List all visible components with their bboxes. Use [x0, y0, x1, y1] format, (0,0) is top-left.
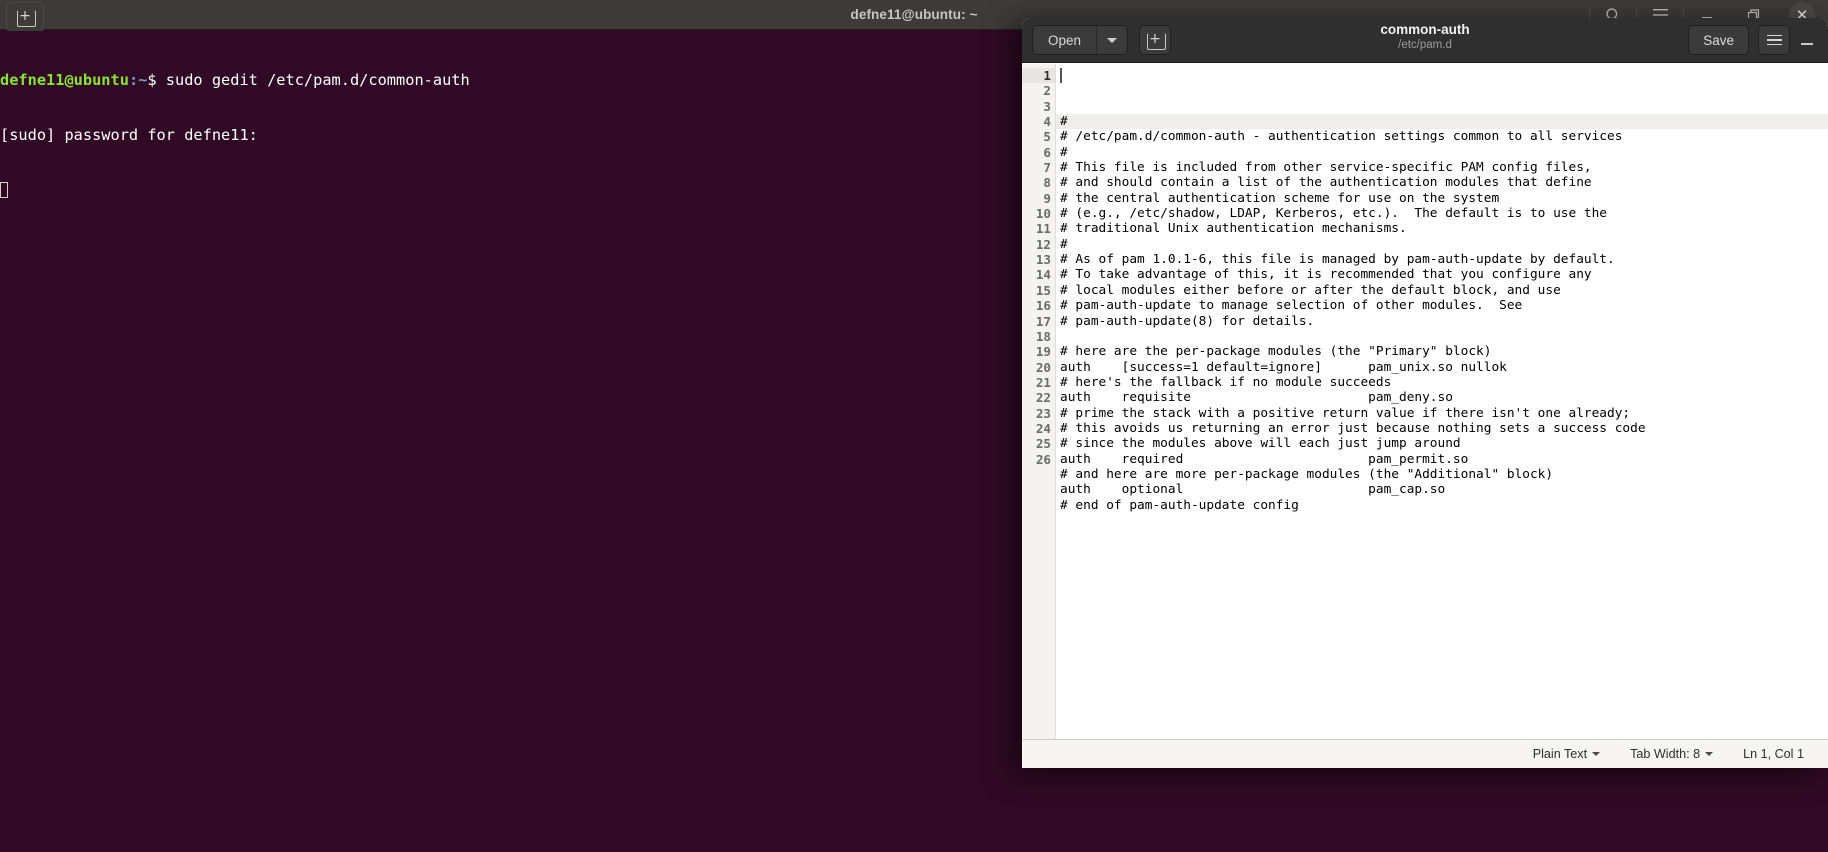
code-line: auth [success=1 default=ignore] pam_unix… — [1060, 359, 1507, 375]
code-line: auth optional pam_cap.so — [1060, 482, 1446, 498]
line-number: 10 — [1035, 206, 1051, 222]
line-number: 15 — [1035, 282, 1051, 298]
line-number: 16 — [1035, 298, 1051, 314]
hamburger-menu-icon — [1766, 39, 1782, 41]
line-number: 1 — [1022, 68, 1055, 84]
line-number: 4 — [1043, 114, 1051, 130]
open-button[interactable]: Open — [1033, 26, 1098, 54]
gedit-window: Open common-auth /etc/pam.d Save 123456 — [1022, 18, 1828, 768]
code-line: # This file is included from other servi… — [1060, 160, 1592, 176]
code-line: auth required pam_permit.so — [1060, 451, 1469, 467]
gedit-editor[interactable]: 1 2 3 4 5 6 7 8 9 10 11 12 13 14 15 16 17 18 19 20 21 22 23 24 2… — [1022, 64, 1828, 739]
line-number: 24 — [1035, 420, 1051, 436]
code-line: # prime the stack with a positive return… — [1060, 405, 1631, 421]
gedit-new-tab-button[interactable] — [1139, 25, 1172, 55]
code-line: # — [1060, 236, 1068, 252]
code-text-area[interactable]: # # /etc/pam.d/common-auth - authenticati… — [1056, 64, 1828, 739]
hamburger-menu-icon — [1766, 43, 1782, 46]
code-line: # local modules either before or after t… — [1060, 282, 1561, 298]
cursor-position: Ln 1, Col 1 — [1743, 747, 1804, 761]
open-dropdown-button[interactable] — [1097, 26, 1128, 54]
line-number: 18 — [1035, 328, 1051, 344]
code-line: # and here are more per-package modules … — [1060, 466, 1554, 482]
terminal-command-text: sudo gedit /etc/pam.d/common-auth — [165, 71, 470, 90]
chevron-down-icon — [1107, 37, 1118, 43]
tab-width-label: Tab Width: 8 — [1630, 747, 1701, 761]
line-number: 3 — [1043, 98, 1051, 114]
line-number: 11 — [1035, 221, 1051, 237]
code-line: # end of pam-auth-update config — [1060, 497, 1299, 513]
line-number: 19 — [1035, 344, 1051, 360]
line-number: 7 — [1043, 160, 1051, 176]
line-number: 12 — [1035, 236, 1051, 252]
line-number: 21 — [1035, 374, 1051, 390]
terminal-prompt-path: :~ — [128, 71, 148, 90]
line-number: 5 — [1043, 129, 1051, 145]
line-number: 26 — [1035, 451, 1051, 467]
code-line: # this avoids us returning an error just… — [1060, 420, 1646, 436]
code-line: # To take advantage of this, it is recom… — [1060, 267, 1592, 283]
code-line: # — [1056, 114, 1828, 130]
code-line: # /etc/pam.d/common-auth - authenticatio… — [1060, 129, 1623, 145]
line-number-gutter: 1 2 3 4 5 6 7 8 9 10 11 12 13 14 15 16 17 18 19 20 21 22 23 24 2… — [1022, 64, 1056, 739]
hamburger-menu-icon — [1766, 34, 1782, 37]
language-label: Plain Text — [1532, 747, 1588, 761]
gedit-header-actions: Save — [1688, 18, 1828, 63]
line-number: 22 — [1035, 390, 1051, 406]
code-line: # pam-auth-update(8) for details. — [1060, 313, 1315, 329]
chevron-down-icon — [1705, 752, 1714, 756]
terminal-prompt-user: defne11@ubuntu — [0, 71, 129, 90]
code-line: # — [1060, 144, 1068, 160]
chevron-down-icon — [1592, 752, 1601, 756]
gedit-menu-button[interactable] — [1758, 25, 1790, 55]
line-number: 25 — [1035, 436, 1051, 452]
language-selector[interactable]: Plain Text — [1532, 747, 1601, 761]
save-button[interactable]: Save — [1688, 25, 1749, 55]
code-line: auth requisite pam_deny.so — [1060, 390, 1453, 406]
code-line: # pam-auth-update to manage selection of… — [1060, 298, 1523, 314]
cursor-position-label: Ln 1, Col 1 — [1743, 747, 1804, 761]
gedit-minimize-button[interactable] — [1790, 18, 1824, 63]
new-tab-icon — [1146, 30, 1166, 50]
code-line: # traditional Unix authentication mechan… — [1060, 221, 1407, 237]
code-line: # here's the fallback if no module succe… — [1060, 374, 1392, 390]
line-number: 14 — [1035, 267, 1051, 283]
gedit-headerbar: Open common-auth /etc/pam.d Save — [1022, 18, 1828, 63]
text-caret — [1060, 68, 1062, 83]
line-number: 2 — [1043, 83, 1051, 99]
minimize-icon — [1801, 43, 1813, 45]
code-line: # the central authentication scheme for … — [1060, 190, 1500, 206]
terminal-prompt-symbol: $ — [147, 71, 166, 90]
line-number: 6 — [1043, 144, 1051, 160]
terminal-cursor — [0, 181, 8, 198]
line-number: 9 — [1043, 190, 1051, 206]
open-button-group: Open — [1032, 25, 1129, 55]
gedit-statusbar: Plain Text Tab Width: 8 Ln 1, Col 1 — [1022, 739, 1828, 768]
code-line: # here are the per-package modules (the … — [1060, 344, 1492, 360]
code-line: # (e.g., /etc/shadow, LDAP, Kerberos, et… — [1060, 206, 1608, 222]
code-line: # since the modules above will each just… — [1060, 436, 1461, 452]
line-number: 20 — [1035, 359, 1051, 375]
line-number: 23 — [1035, 405, 1051, 421]
line-number: 8 — [1043, 175, 1051, 191]
code-line: # As of pam 1.0.1-6, this file is manage… — [1060, 252, 1615, 268]
line-number: 17 — [1035, 313, 1051, 329]
code-line: # and should contain a list of the authe… — [1060, 175, 1592, 191]
line-number: 13 — [1035, 252, 1051, 268]
tab-width-selector[interactable]: Tab Width: 8 — [1630, 747, 1714, 761]
